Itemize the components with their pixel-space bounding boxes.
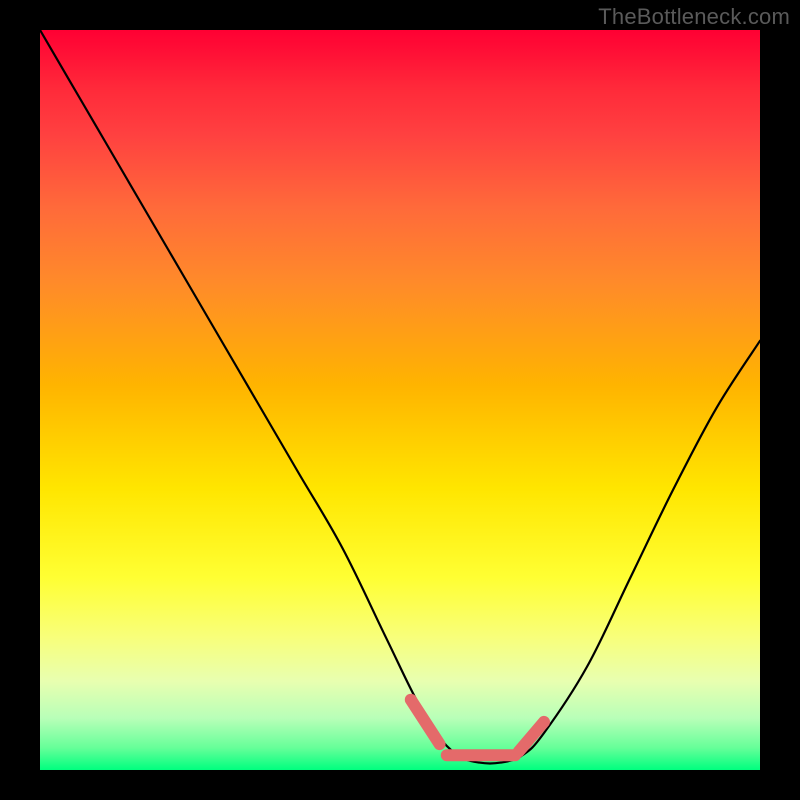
- highlight-segments: [411, 700, 544, 756]
- plot-area: [40, 30, 760, 770]
- bottleneck-curve: [40, 30, 760, 764]
- watermark-text: TheBottleneck.com: [598, 4, 790, 30]
- highlight-segment: [411, 700, 440, 744]
- chart-container: TheBottleneck.com: [0, 0, 800, 800]
- curve-svg: [40, 30, 760, 770]
